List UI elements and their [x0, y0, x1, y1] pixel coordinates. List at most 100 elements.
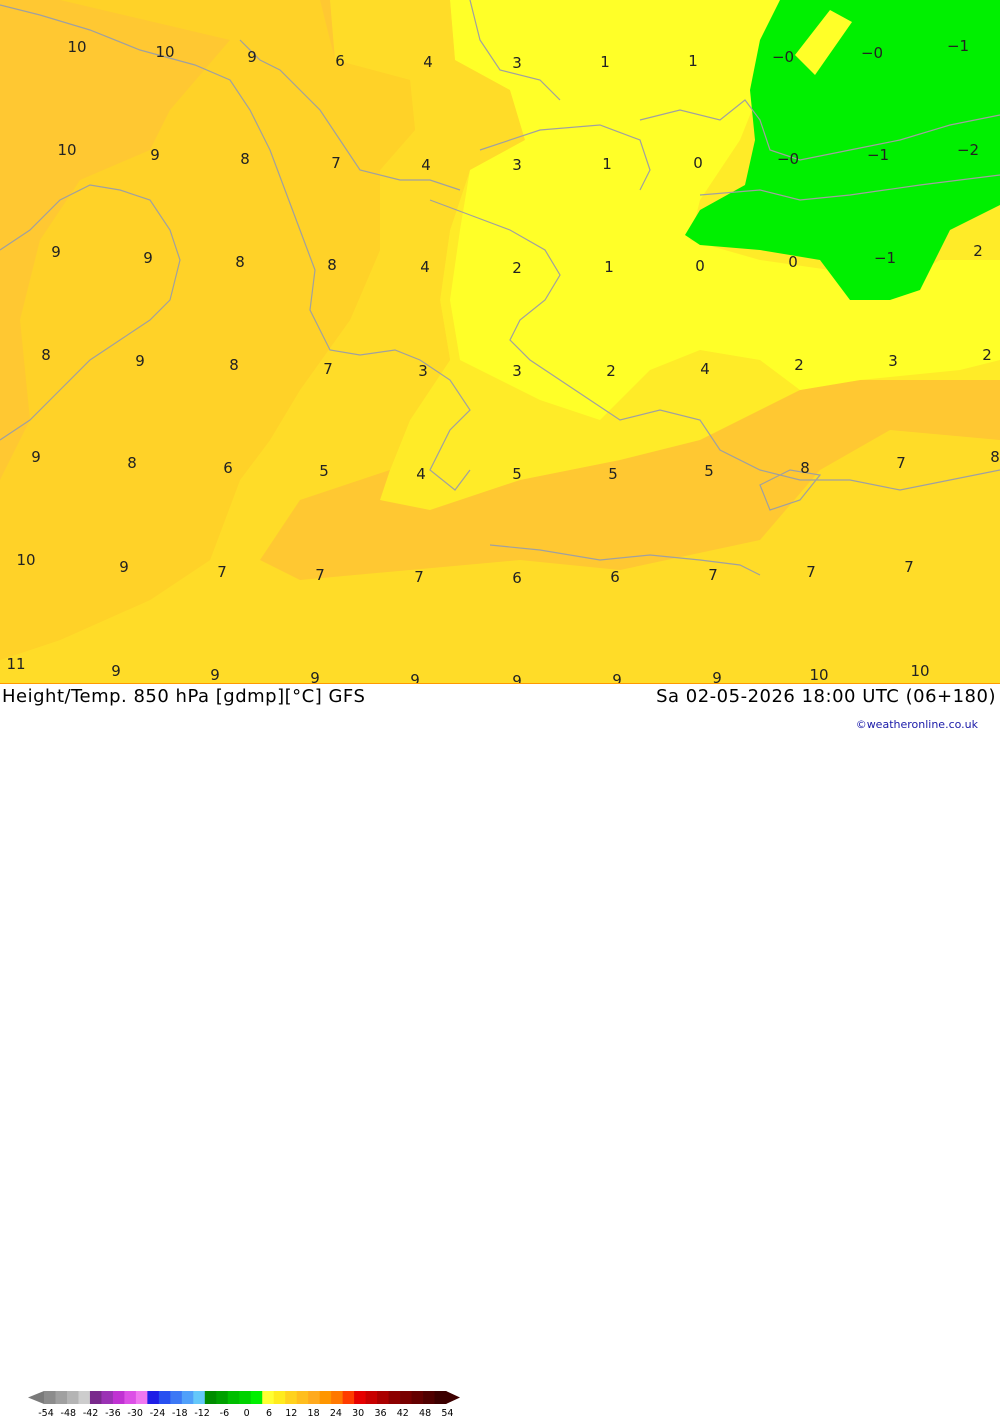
legend-swatch — [296, 1391, 309, 1404]
temperature-value: 5 — [319, 462, 329, 480]
legend-swatch — [308, 1391, 321, 1404]
temperature-value: 9 — [51, 243, 61, 261]
temperature-value: 5 — [608, 465, 618, 483]
map-title: Height/Temp. 850 hPa [gdmp][°C] GFS — [2, 686, 366, 707]
temperature-value: 7 — [217, 563, 227, 581]
temperature-value: 10 — [57, 141, 76, 159]
legend-swatch — [44, 1391, 56, 1404]
legend-tick-label: 12 — [285, 1408, 297, 1417]
legend-tick-label: 36 — [374, 1408, 386, 1417]
legend-arrow-right — [446, 1391, 460, 1404]
temperature-value: 9 — [247, 48, 257, 66]
legend-swatch — [377, 1391, 389, 1404]
legend-tick-label: -24 — [150, 1408, 166, 1417]
temperature-value: 0 — [693, 154, 703, 172]
temperature-value: 4 — [421, 156, 431, 174]
temperature-value: 9 — [111, 662, 121, 680]
temperature-value: 8 — [235, 253, 245, 271]
temperature-value: 7 — [896, 454, 906, 472]
temperature-value: −0 — [772, 48, 794, 66]
legend-swatch — [181, 1391, 194, 1404]
temperature-value: 10 — [910, 662, 929, 680]
legend-swatch — [78, 1391, 91, 1404]
temperature-value: 2 — [512, 259, 522, 277]
legend-tick-label: 24 — [330, 1408, 342, 1417]
temperature-value: 10 — [67, 38, 86, 56]
legend-swatch — [66, 1391, 79, 1404]
temperature-value: 6 — [610, 568, 620, 586]
credit-link[interactable]: ©weatheronline.co.uk — [856, 718, 978, 731]
temperature-value: 2 — [794, 356, 804, 374]
legend-swatch — [216, 1391, 229, 1404]
legend-swatch — [400, 1391, 412, 1404]
legend-tick-label: -30 — [127, 1408, 143, 1417]
temperature-value: −1 — [947, 37, 969, 55]
temperature-value: 10 — [809, 666, 828, 683]
temperature-value: 1 — [602, 155, 612, 173]
legend-swatch — [147, 1391, 160, 1404]
legend-swatch — [170, 1391, 183, 1404]
legend-tick-label: 18 — [308, 1408, 320, 1417]
legend-swatch — [239, 1391, 252, 1404]
temperature-value: 9 — [150, 146, 160, 164]
temperature-value: −1 — [867, 146, 889, 164]
temperature-value: −2 — [957, 141, 979, 159]
temperature-value: 2 — [982, 346, 992, 364]
legend-swatch — [331, 1391, 344, 1404]
temperature-value: 5 — [512, 465, 522, 483]
legend-swatch — [354, 1391, 366, 1404]
legend-tick-label: 6 — [266, 1408, 272, 1417]
temperature-value: 2 — [973, 242, 983, 260]
legend-tick-label: 54 — [441, 1408, 453, 1417]
legend-tick-label: -18 — [172, 1408, 188, 1417]
temperature-value: 8 — [41, 346, 51, 364]
temperature-value: 8 — [229, 356, 239, 374]
temperature-value: 7 — [806, 563, 816, 581]
temperature-value: 9 — [512, 672, 522, 683]
temperature-value: 4 — [420, 258, 430, 276]
temperature-value: 7 — [904, 558, 914, 576]
temperature-value: 3 — [512, 156, 522, 174]
temperature-value: 9 — [612, 671, 622, 683]
temperature-value: 9 — [310, 669, 320, 683]
temperature-value: 2 — [606, 362, 616, 380]
legend-swatch — [273, 1391, 286, 1404]
temperature-value: 10 — [16, 551, 35, 569]
temperature-value: 8 — [800, 459, 810, 477]
legend-swatch — [227, 1391, 240, 1404]
legend-swatch — [135, 1391, 148, 1404]
temperature-value: 9 — [119, 558, 129, 576]
legend-swatch — [55, 1391, 68, 1404]
legend-swatch — [365, 1391, 378, 1404]
color-legend: -54 -48 -42 -36 -30 -24 -18 -12 -6 0 6 12 18 24 30 36 42… — [0, 1389, 470, 1419]
temperature-value: 7 — [331, 154, 341, 172]
temperature-value: 7 — [323, 360, 333, 378]
legend-swatch — [423, 1391, 435, 1404]
legend-tick-label: 30 — [352, 1408, 364, 1417]
temperature-value: 8 — [127, 454, 137, 472]
temperature-value: 7 — [315, 566, 325, 584]
legend-swatch — [193, 1391, 206, 1404]
legend-tick-label: 48 — [419, 1408, 431, 1417]
legend-tick-label: -54 — [38, 1408, 54, 1417]
temperature-value: 3 — [888, 352, 898, 370]
temperature-value: 7 — [708, 566, 718, 584]
legend-swatch — [101, 1391, 114, 1404]
temperature-value: −1 — [874, 249, 896, 267]
temperature-value: 7 — [414, 568, 424, 586]
temperature-value: 0 — [788, 253, 798, 271]
legend-tick-label: -48 — [61, 1408, 77, 1417]
legend-swatch — [158, 1391, 171, 1404]
legend-tick-label: -12 — [194, 1408, 210, 1417]
temperature-value: 8 — [327, 256, 337, 274]
temperature-value: 9 — [210, 666, 220, 683]
legend-arrow-left — [28, 1391, 44, 1404]
temperature-value: 1 — [600, 53, 610, 71]
map-date: Sa 02-05-2026 18:00 UTC (06+180) — [656, 686, 996, 707]
temperature-value: 9 — [135, 352, 145, 370]
temperature-value: 9 — [410, 671, 420, 683]
legend-swatch — [262, 1391, 275, 1404]
temperature-value: 8 — [990, 448, 1000, 466]
temperature-value: 4 — [416, 465, 426, 483]
legend-swatch — [319, 1391, 332, 1404]
